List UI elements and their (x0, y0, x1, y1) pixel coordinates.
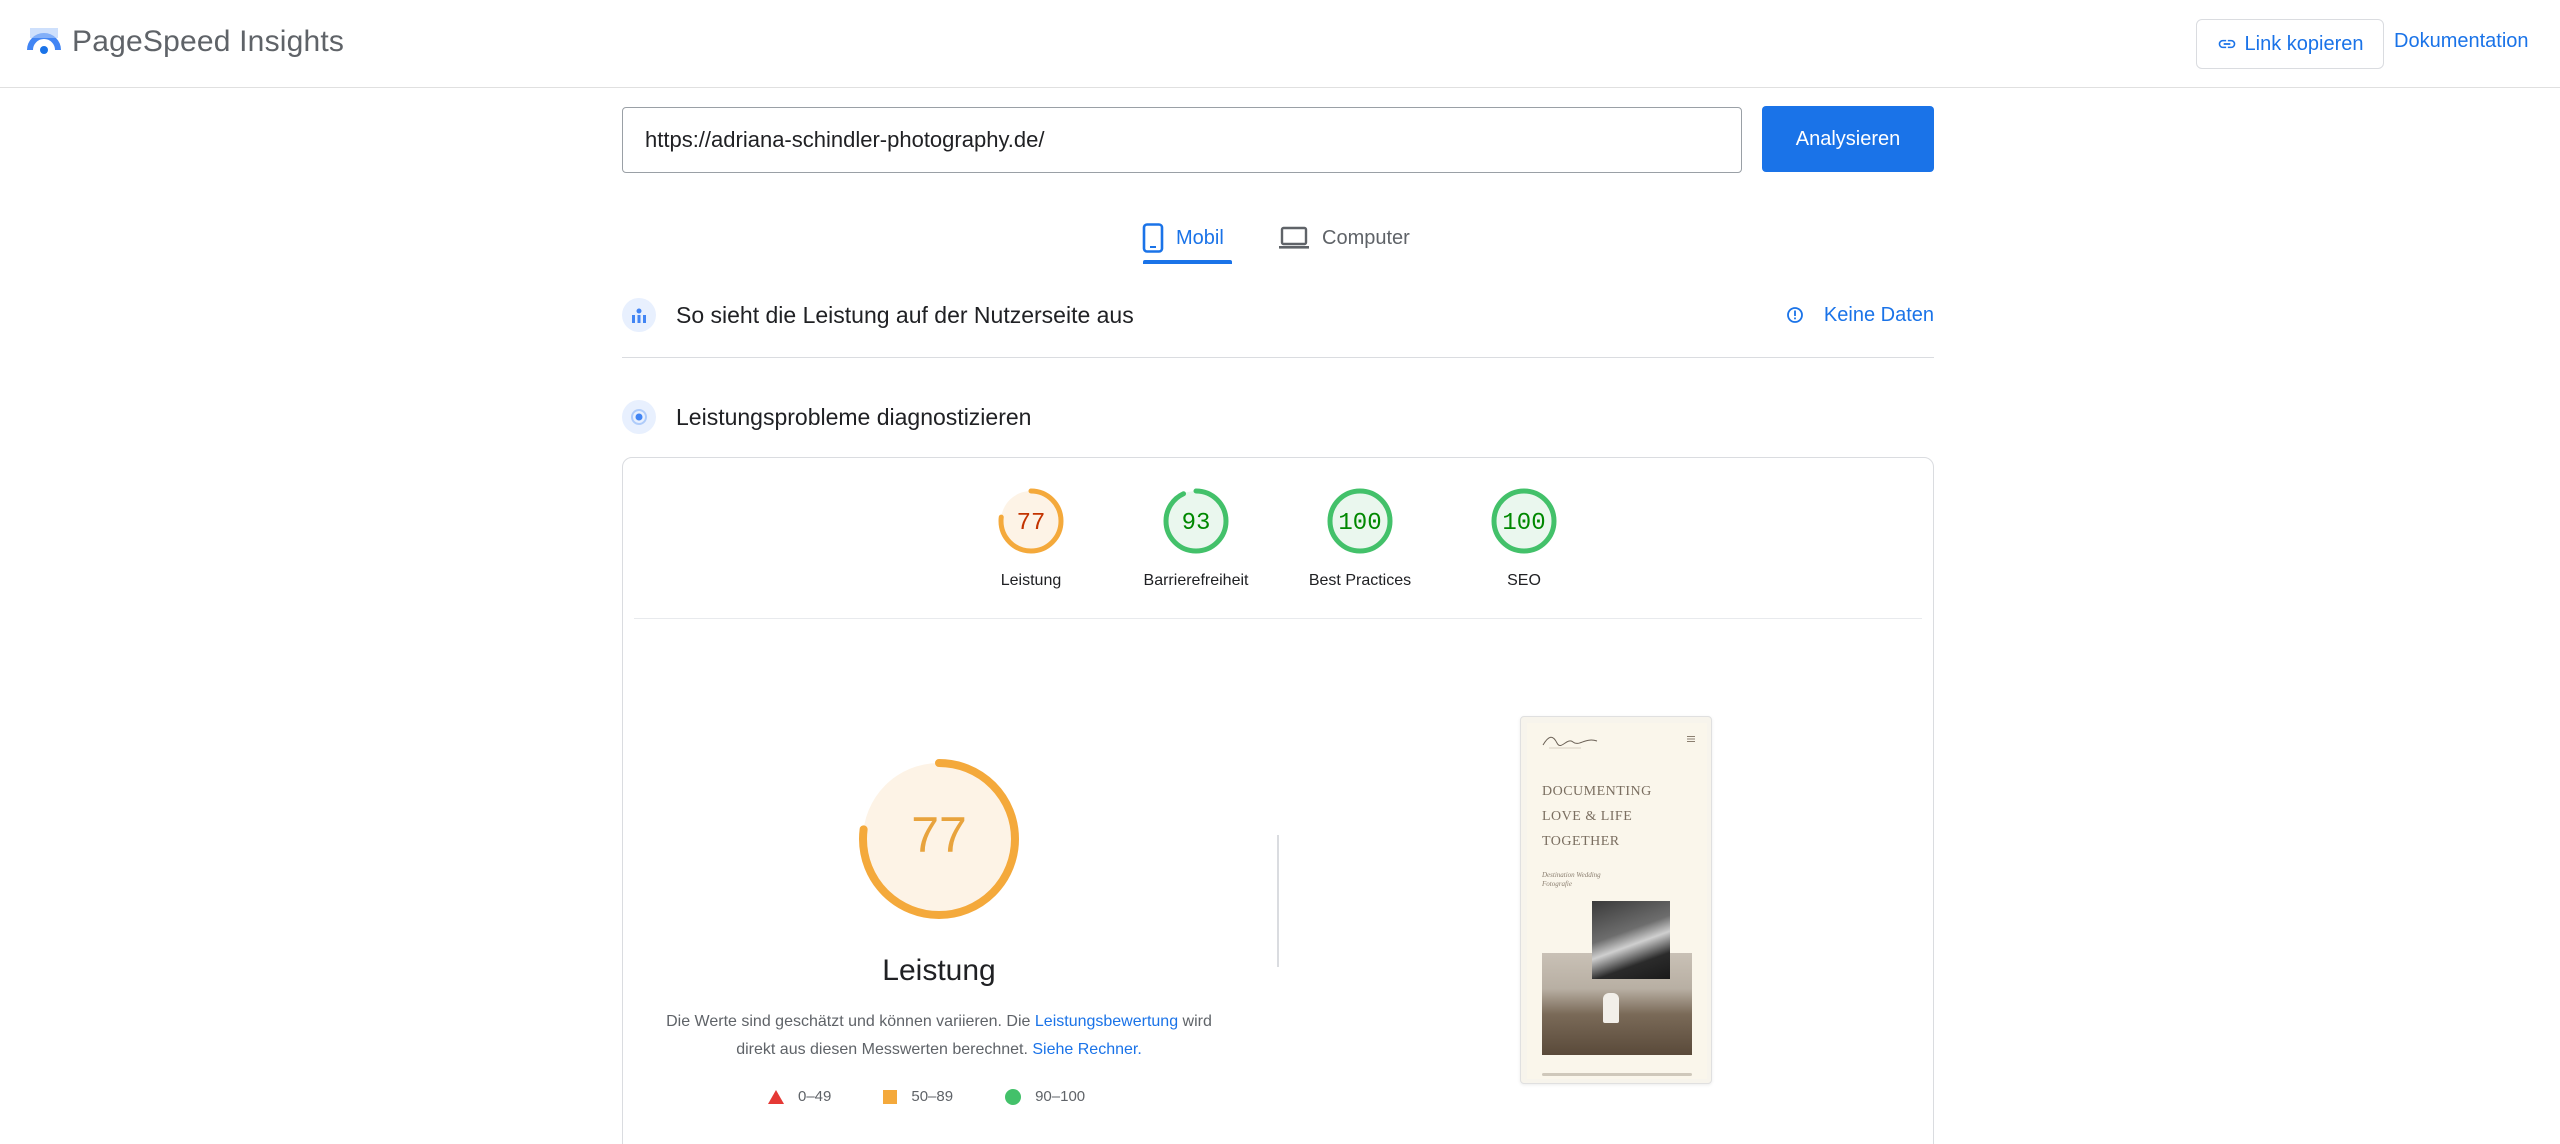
copy-link-label: Link kopieren (2244, 32, 2364, 55)
gauge-performance-label: Leistung (1000, 572, 1062, 589)
gauge-best-practices-label: Best Practices (1308, 572, 1412, 589)
tab-computer-label: Computer (1322, 226, 1410, 249)
circle-icon (1005, 1088, 1022, 1105)
gauge-performance[interactable]: 77 Leistung (946, 488, 1116, 590)
copy-link-button[interactable]: Link kopieren (2196, 19, 2384, 69)
gauge-accessibility[interactable]: 93 Barrierefreiheit (1111, 488, 1281, 590)
screenshot-page: DOCUMENTING LOVE & LIFE TOGETHER Destina… (1527, 723, 1707, 1079)
legend-poor: 0–49 (768, 1088, 831, 1105)
diagnostics-title: Leistungsprobleme diagnostizieren (676, 403, 1032, 430)
site-logo-icon (1542, 736, 1598, 749)
screenshot-subline: Destination Wedding Fotografie (1542, 871, 1601, 888)
performance-big-label: Leistung (882, 954, 996, 987)
gauge-accessibility-value: 93 (1181, 510, 1211, 537)
legend-good-range: 90–100 (1035, 1088, 1086, 1105)
screenshot-headline: DOCUMENTING LOVE & LIFE TOGETHER (1542, 784, 1652, 849)
tab-mobile[interactable]: Mobil (1142, 212, 1224, 264)
documentation-link[interactable]: Dokumentation (2394, 30, 2529, 53)
performance-score-link[interactable]: Leistungsbewertung (1035, 1013, 1178, 1030)
page-screenshot[interactable]: DOCUMENTING LOVE & LIFE TOGETHER Destina… (1520, 716, 1712, 1084)
vertical-divider (1277, 835, 1279, 967)
gauge-seo-value: 100 (1502, 510, 1546, 537)
score-legend: 0–49 50–89 90–100 (768, 1088, 1137, 1105)
url-input[interactable] (622, 107, 1742, 173)
legend-average-range: 50–89 (911, 1088, 954, 1105)
no-data-label: Keine Daten (1823, 303, 1934, 326)
gauge-performance-value: 77 (1016, 510, 1046, 537)
gauges-divider (634, 618, 1922, 619)
field-data-icon (622, 298, 656, 332)
field-data-section: So sieht die Leistung auf der Nutzerseit… (622, 298, 1934, 332)
performance-big-value: 77 (911, 807, 967, 863)
screenshot-scrollbar (1542, 1073, 1692, 1076)
tab-mobile-label: Mobil (1176, 226, 1224, 249)
tab-selected-indicator (1143, 260, 1232, 264)
gauge-seo[interactable]: 100 SEO (1439, 488, 1609, 590)
description-text-1: Die Werte sind geschätzt und können vari… (666, 1013, 1035, 1030)
brand[interactable]: PageSpeed Insights (26, 24, 344, 60)
top-bar: PageSpeed Insights Link kopieren Dokumen… (0, 0, 2560, 88)
gauge-best-practices[interactable]: 100 Best Practices (1275, 488, 1445, 590)
gauge-best-practices-value: 100 (1338, 510, 1382, 537)
screenshot-photo-figure (1603, 993, 1619, 1023)
gauge-accessibility-label: Barrierefreiheit (1143, 572, 1249, 589)
smartphone-icon (1142, 223, 1164, 253)
pagespeed-logo-icon (27, 28, 61, 54)
legend-good: 90–100 (1005, 1088, 1085, 1105)
no-data-link[interactable]: Keine Daten (1786, 304, 1934, 327)
performance-description: Die Werte sind geschätzt und können vari… (660, 1008, 1218, 1064)
laptop-icon (1279, 226, 1309, 249)
diagnostics-section: Leistungsprobleme diagnostizieren (622, 400, 1934, 434)
info-icon (1787, 307, 1803, 323)
analyze-button[interactable]: Analysieren (1762, 106, 1934, 172)
diagnostics-icon (622, 400, 656, 434)
square-icon (883, 1089, 898, 1104)
app-name: PageSpeed Insights (72, 25, 345, 58)
link-icon (2218, 39, 2235, 49)
screenshot-photo-couple (1592, 901, 1670, 979)
field-data-title: So sieht die Leistung auf der Nutzerseit… (676, 301, 1134, 328)
section-divider (622, 357, 1934, 358)
menu-icon (1687, 736, 1695, 742)
legend-average: 50–89 (883, 1088, 953, 1105)
triangle-icon (768, 1089, 784, 1104)
legend-poor-range: 0–49 (798, 1088, 832, 1105)
gauge-seo-label: SEO (1507, 572, 1541, 589)
tab-computer[interactable]: Computer (1278, 212, 1410, 264)
calculator-link[interactable]: Siehe Rechner. (1032, 1041, 1141, 1058)
